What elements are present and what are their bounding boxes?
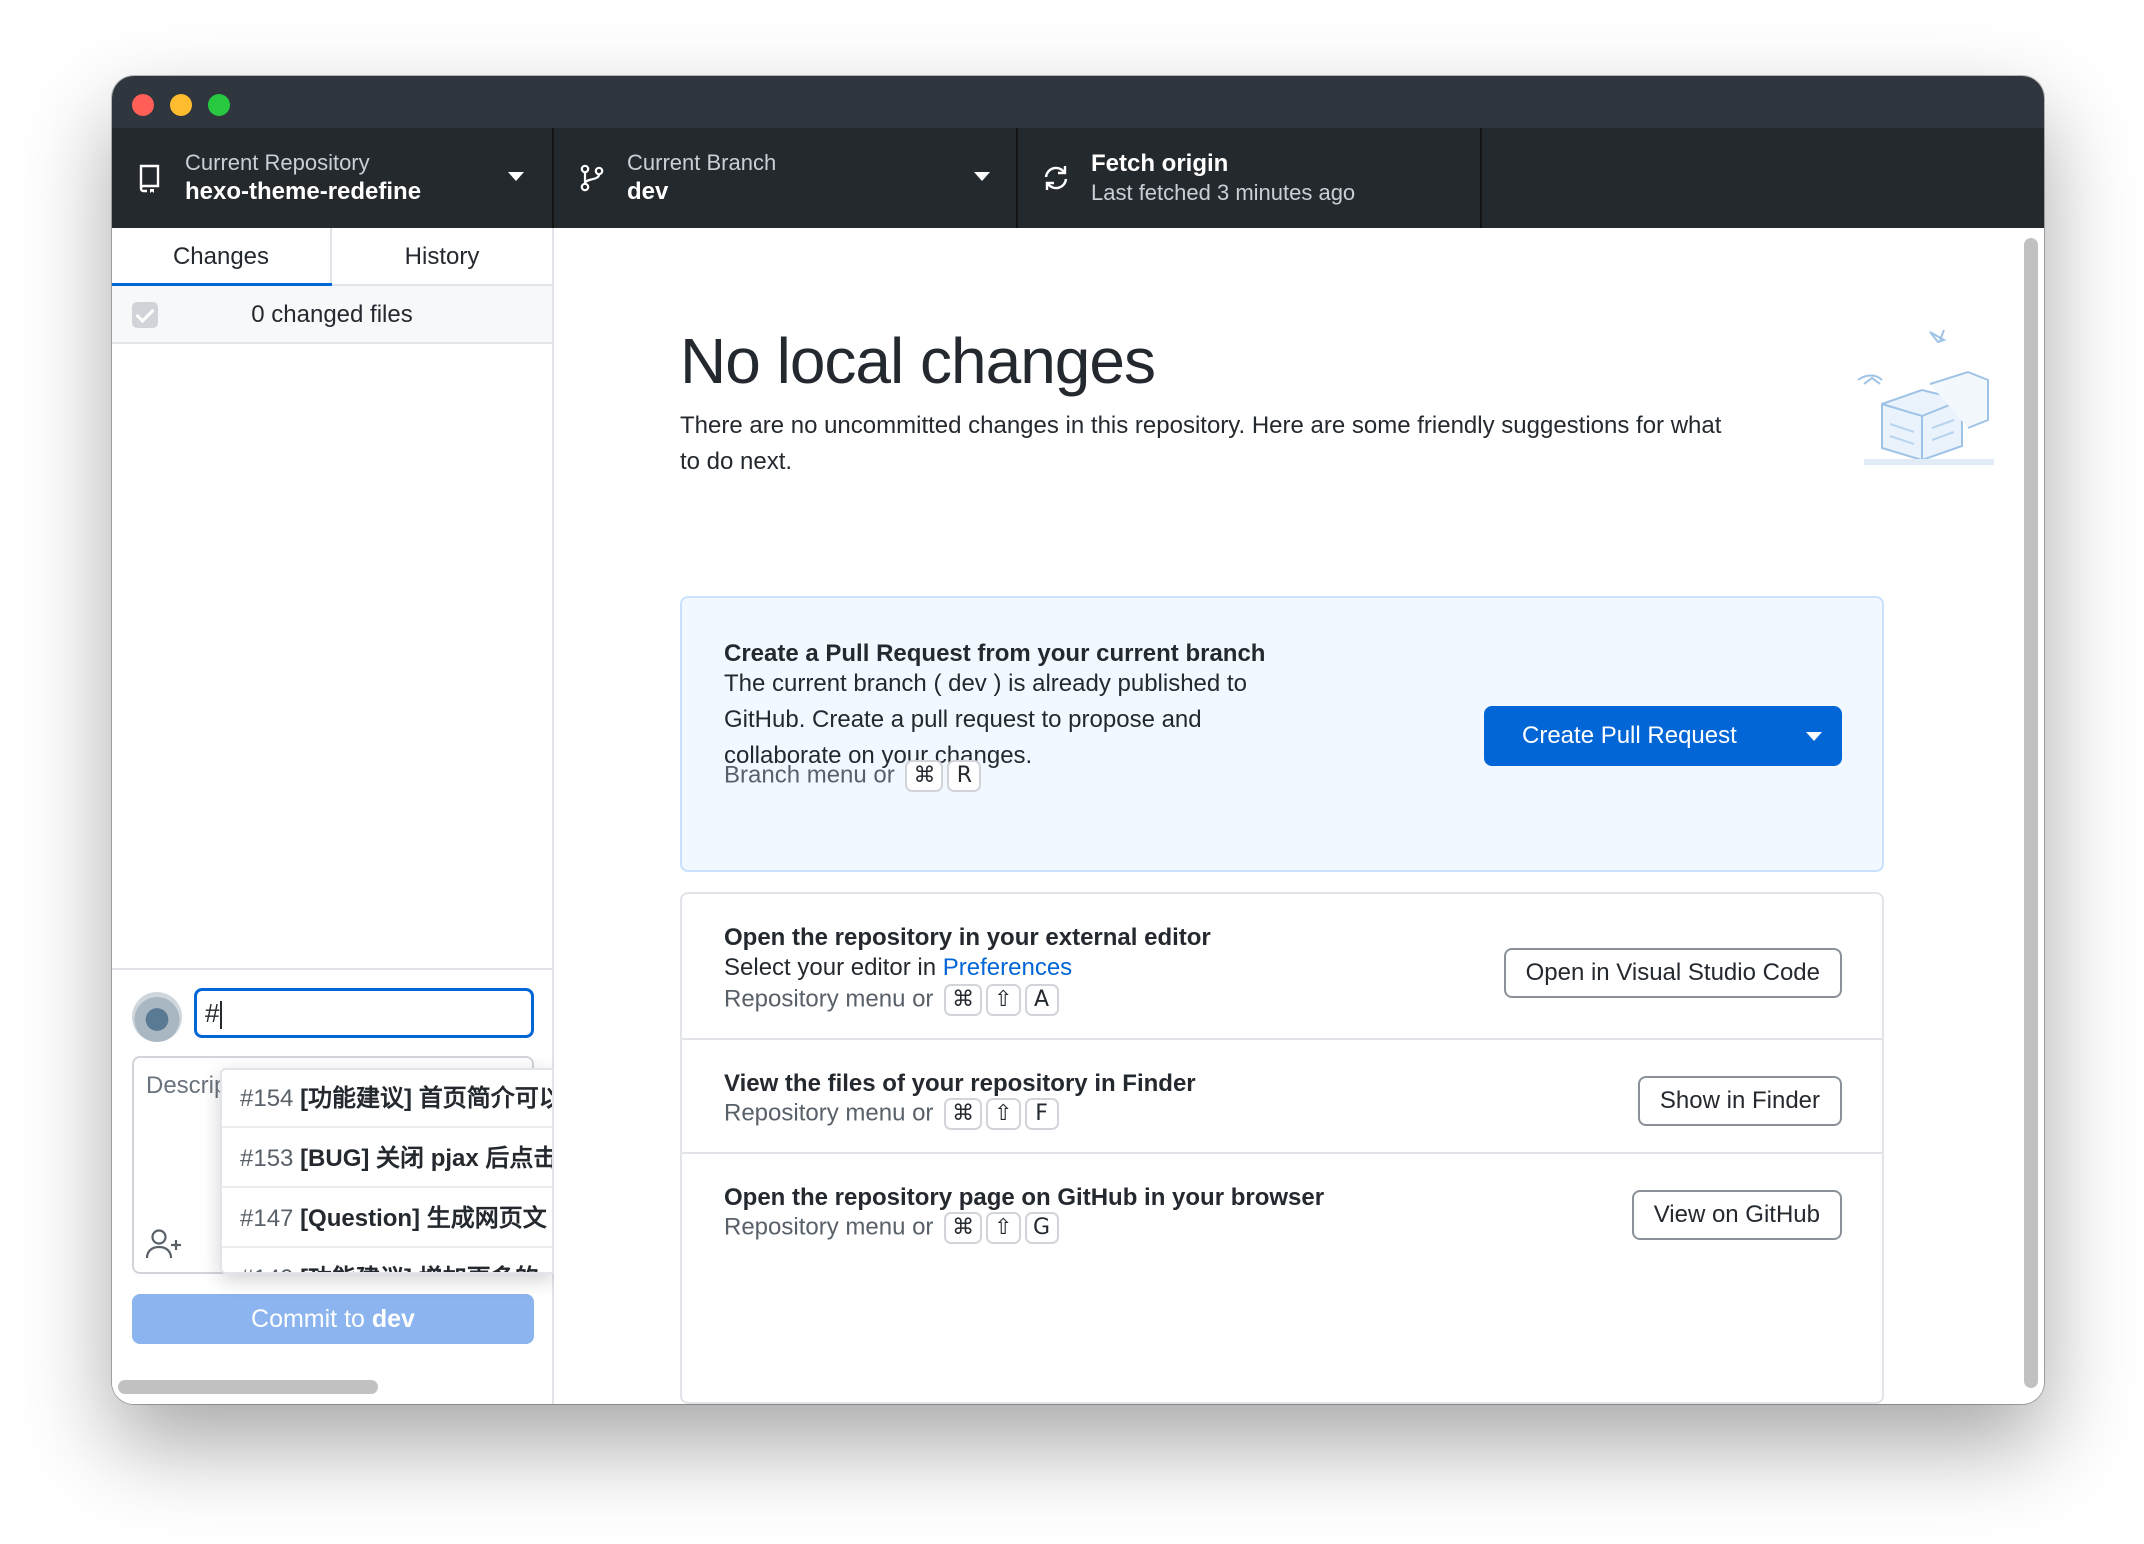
command-key: ⌘: [905, 760, 944, 792]
hint-text: Repository menu or: [724, 1099, 934, 1127]
issue-number: #140: [240, 1265, 293, 1272]
fetch-origin-label: Fetch origin: [1091, 150, 1229, 177]
commit-summary-input[interactable]: #: [194, 988, 534, 1038]
editor-title: Open the repository in your external edi…: [724, 924, 1211, 951]
issue-title: [Question] 生成网页文: [300, 1205, 547, 1232]
tab-changes-label: Changes: [172, 243, 270, 270]
current-repository-label: Current Repository: [185, 150, 370, 175]
editor-suggestion: Open the repository in your external edi…: [682, 894, 1882, 1040]
command-key: ⌘: [944, 1098, 983, 1130]
github-shortcut-hint: Repository menu or ⌘ ⇧ G: [724, 1212, 1059, 1244]
avatar: [132, 992, 182, 1042]
issue-number: #154: [240, 1085, 294, 1112]
finder-title: View the files of your repository in Fin…: [724, 1070, 1196, 1097]
issue-autocomplete-popup: #154 [功能建议] 首页简介可以 #153 [BUG] 关闭 pjax 后点…: [220, 1068, 554, 1274]
shift-key: ⇧: [986, 984, 1021, 1016]
caret-down-icon: [508, 172, 524, 181]
hint-text: Repository menu or: [724, 1213, 934, 1241]
close-window-button[interactable]: [132, 94, 154, 116]
shift-key: ⇧: [986, 1212, 1021, 1244]
shift-key: ⇧: [986, 1098, 1021, 1130]
hint-text: Branch menu or: [724, 761, 895, 789]
changed-files-header: 0 changed files: [112, 286, 552, 344]
show-in-finder-button[interactable]: Show in Finder: [1637, 1076, 1842, 1126]
zoom-window-button[interactable]: [208, 94, 230, 116]
issue-title: [功能建议] 首页简介可以: [300, 1085, 554, 1112]
horizontal-scrollbar[interactable]: [118, 1380, 378, 1394]
issue-suggestion[interactable]: #147 [Question] 生成网页文: [222, 1190, 552, 1248]
branch-icon: [580, 164, 604, 192]
pull-request-card: Create a Pull Request from your current …: [680, 596, 1884, 872]
illustration: [1857, 329, 1994, 465]
tab-history[interactable]: History: [332, 228, 552, 286]
title-bar: [112, 76, 2044, 128]
caret-down-icon: [974, 172, 990, 181]
current-branch-button[interactable]: Current Branch dev: [554, 128, 1018, 228]
changed-files-count: 0 changed files: [251, 301, 413, 328]
github-title: Open the repository page on GitHub in yo…: [724, 1184, 1325, 1211]
fetch-origin-button[interactable]: Fetch origin Last fetched 3 minutes ago: [1018, 128, 1482, 228]
minimize-window-button[interactable]: [170, 94, 192, 116]
commit-button-prefix: Commit to: [251, 1305, 365, 1333]
open-in-editor-button[interactable]: Open in Visual Studio Code: [1503, 948, 1842, 998]
commit-summary-value: #: [205, 998, 220, 1028]
toolbar: Current Repository hexo-theme-redefine C…: [112, 128, 2044, 228]
app-window: Current Repository hexo-theme-redefine C…: [112, 76, 2044, 1404]
preferences-link[interactable]: Preferences: [943, 954, 1072, 981]
tab-changes[interactable]: Changes: [112, 228, 332, 288]
issue-suggestion[interactable]: #154 [功能建议] 首页简介可以: [222, 1070, 554, 1128]
text-cursor: [220, 1001, 223, 1030]
hint-text: Repository menu or: [724, 985, 934, 1013]
view-on-github-button[interactable]: View on GitHub: [1631, 1190, 1842, 1240]
checkbox-icon[interactable]: [132, 302, 158, 328]
current-repository-name: hexo-theme-redefine: [185, 178, 422, 205]
suggestions-group: Open the repository in your external edi…: [680, 892, 1884, 1404]
issue-title: [功能建议] 增加更多的: [300, 1265, 539, 1272]
editor-description-text: Select your editor in: [724, 954, 943, 981]
create-pull-request-label: Create Pull Request: [1522, 722, 1737, 749]
issue-number: #153: [240, 1145, 294, 1172]
command-key: ⌘: [944, 1212, 983, 1244]
page-subtitle: There are no uncommitted changes in this…: [680, 412, 1722, 475]
finder-suggestion: View the files of your repository in Fin…: [682, 1040, 1882, 1154]
pull-request-shortcut-hint: Branch menu or ⌘ R: [724, 760, 982, 792]
issue-suggestion[interactable]: #140 [功能建议] 增加更多的: [222, 1250, 552, 1272]
letter-key: F: [1024, 1098, 1059, 1130]
main-content: No local changes There are no uncommitte…: [554, 228, 2044, 1404]
last-fetched-text: Last fetched 3 minutes ago: [1091, 180, 1356, 205]
tab-history-label: History: [404, 243, 480, 270]
letter-key: A: [1024, 984, 1059, 1016]
repo-icon: [139, 164, 160, 193]
sync-icon: [1044, 166, 1068, 190]
letter-key: G: [1024, 1212, 1059, 1244]
command-key: ⌘: [944, 984, 983, 1016]
pull-request-description: The current branch ( dev ) is already pu…: [724, 670, 1247, 769]
commit-button[interactable]: Commit to dev: [132, 1294, 534, 1344]
issue-title: [BUG] 关闭 pjax 后点击: [300, 1145, 554, 1172]
finder-shortcut-hint: Repository menu or ⌘ ⇧ F: [724, 1098, 1059, 1130]
page-title: No local changes: [680, 325, 1156, 397]
issue-suggestion[interactable]: #153 [BUG] 关闭 pjax 后点击: [222, 1130, 554, 1188]
current-branch-name: dev: [627, 178, 669, 205]
github-suggestion: Open the repository page on GitHub in yo…: [682, 1154, 1882, 1266]
caret-down-icon[interactable]: [1782, 706, 1842, 766]
editor-description: Select your editor in Preferences: [724, 950, 1424, 986]
issue-number: #147: [240, 1205, 294, 1232]
current-repository-button[interactable]: Current Repository hexo-theme-redefine: [112, 128, 554, 228]
sidebar-tabs: Changes History: [112, 228, 552, 288]
create-pull-request-button[interactable]: Create Pull Request: [1484, 706, 1842, 766]
letter-key: R: [947, 760, 982, 792]
editor-shortcut-hint: Repository menu or ⌘ ⇧ A: [724, 984, 1059, 1016]
vertical-scrollbar[interactable]: [2024, 238, 2038, 1388]
pull-request-title: Create a Pull Request from your current …: [724, 640, 1266, 667]
current-branch-label: Current Branch: [627, 150, 777, 175]
sidebar: Changes History 0 changed files # Descri…: [112, 228, 554, 1404]
commit-button-branch: dev: [371, 1305, 415, 1333]
add-coauthor-icon[interactable]: [144, 1226, 184, 1262]
